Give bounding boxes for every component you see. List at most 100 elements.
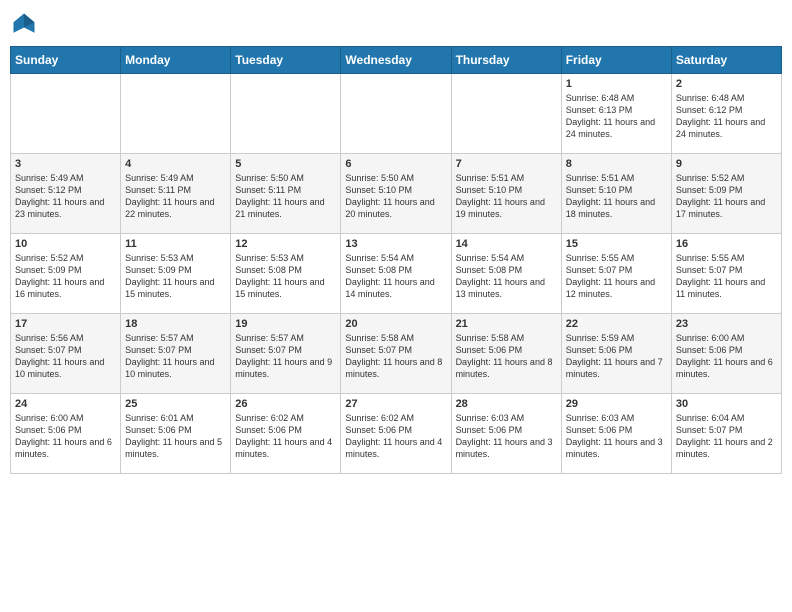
calendar-cell: 2Sunrise: 6:48 AM Sunset: 6:12 PM Daylig… [671,74,781,154]
calendar-cell: 30Sunrise: 6:04 AM Sunset: 5:07 PM Dayli… [671,394,781,474]
day-number: 18 [125,318,226,330]
day-number: 21 [456,318,557,330]
calendar-cell: 25 Sunrise: 6:01 AM Sunset: 5:06 PM Dayli… [121,394,231,474]
day-info: Sunrise: 5:52 AM Sunset: 5:09 PM Dayligh… [15,252,116,301]
day-number: 10 [15,238,116,250]
day-number: 5 [235,158,336,170]
calendar-cell: 23 Sunrise: 6:00 AM Sunset: 5:06 PM Dayli… [671,314,781,394]
calendar-table: SundayMondayTuesdayWednesdayThursdayFrid… [10,46,782,474]
day-info: Sunrise: 5:57 AM Sunset: 5:07 PM Dayligh… [235,332,336,381]
day-header-monday: Monday [121,47,231,74]
day-info: Sunrise: 5:51 AM Sunset: 5:10 PM Dayligh… [456,172,557,221]
calendar-week-4: 17Sunrise: 5:56 AM Sunset: 5:07 PM Dayli… [11,314,782,394]
day-number: 28 [456,398,557,410]
day-info: Sunrise: 6:01 AM Sunset: 5:06 PM Dayligh… [125,412,226,461]
calendar-cell: 14Sunrise: 5:54 AM Sunset: 5:08 PM Dayli… [451,234,561,314]
day-info: Sunrise: 5:51 AM Sunset: 5:10 PM Dayligh… [566,172,667,221]
calendar-cell: 1 Sunrise: 6:48 AM Sunset: 6:13 PM Daylig… [561,74,671,154]
day-number: 1 [566,78,667,90]
day-number: 4 [125,158,226,170]
day-number: 19 [235,318,336,330]
calendar-cell: 20Sunrise: 5:58 AM Sunset: 5:07 PM Dayli… [341,314,451,394]
day-info: Sunrise: 6:02 AM Sunset: 5:06 PM Dayligh… [235,412,336,461]
day-header-sunday: Sunday [11,47,121,74]
calendar-cell: 11Sunrise: 5:53 AM Sunset: 5:09 PM Dayli… [121,234,231,314]
day-number: 13 [345,238,446,250]
logo-icon [10,10,38,38]
calendar-cell: 18 Sunrise: 5:57 AM Sunset: 5:07 PM Dayli… [121,314,231,394]
day-info: Sunrise: 5:55 AM Sunset: 5:07 PM Dayligh… [676,252,777,301]
calendar-cell: 26Sunrise: 6:02 AM Sunset: 5:06 PM Dayli… [231,394,341,474]
day-info: Sunrise: 5:58 AM Sunset: 5:06 PM Dayligh… [456,332,557,381]
day-info: Sunrise: 5:54 AM Sunset: 5:08 PM Dayligh… [456,252,557,301]
day-number: 29 [566,398,667,410]
day-info: Sunrise: 6:48 AM Sunset: 6:12 PM Dayligh… [676,92,777,141]
calendar-cell: 5 Sunrise: 5:50 AM Sunset: 5:11 PM Daylig… [231,154,341,234]
calendar-week-3: 10 Sunrise: 5:52 AM Sunset: 5:09 PM Dayli… [11,234,782,314]
calendar-cell: 22 Sunrise: 5:59 AM Sunset: 5:06 PM Dayli… [561,314,671,394]
day-number: 12 [235,238,336,250]
day-info: Sunrise: 5:59 AM Sunset: 5:06 PM Dayligh… [566,332,667,381]
calendar-cell: 17Sunrise: 5:56 AM Sunset: 5:07 PM Dayli… [11,314,121,394]
calendar-cell: 4 Sunrise: 5:49 AM Sunset: 5:11 PM Daylig… [121,154,231,234]
day-info: Sunrise: 5:57 AM Sunset: 5:07 PM Dayligh… [125,332,226,381]
day-number: 23 [676,318,777,330]
calendar-cell [11,74,121,154]
day-number: 15 [566,238,667,250]
day-info: Sunrise: 5:54 AM Sunset: 5:08 PM Dayligh… [345,252,446,301]
calendar-cell: 16 Sunrise: 5:55 AM Sunset: 5:07 PM Dayli… [671,234,781,314]
calendar-header-row: SundayMondayTuesdayWednesdayThursdayFrid… [11,47,782,74]
calendar-cell [121,74,231,154]
day-info: Sunrise: 5:50 AM Sunset: 5:11 PM Dayligh… [235,172,336,221]
day-info: Sunrise: 6:00 AM Sunset: 5:06 PM Dayligh… [15,412,116,461]
calendar-cell: 19 Sunrise: 5:57 AM Sunset: 5:07 PM Dayli… [231,314,341,394]
day-info: Sunrise: 6:02 AM Sunset: 5:06 PM Dayligh… [345,412,446,461]
day-info: Sunrise: 5:50 AM Sunset: 5:10 PM Dayligh… [345,172,446,221]
day-info: Sunrise: 5:53 AM Sunset: 5:09 PM Dayligh… [125,252,226,301]
calendar-week-1: 1 Sunrise: 6:48 AM Sunset: 6:13 PM Daylig… [11,74,782,154]
day-header-saturday: Saturday [671,47,781,74]
calendar-cell [341,74,451,154]
calendar-cell: 3 Sunrise: 5:49 AM Sunset: 5:12 PM Daylig… [11,154,121,234]
calendar-week-5: 24Sunrise: 6:00 AM Sunset: 5:06 PM Dayli… [11,394,782,474]
day-number: 27 [345,398,446,410]
day-number: 22 [566,318,667,330]
calendar-cell: 9 Sunrise: 5:52 AM Sunset: 5:09 PM Daylig… [671,154,781,234]
day-info: Sunrise: 6:04 AM Sunset: 5:07 PM Dayligh… [676,412,777,461]
day-header-wednesday: Wednesday [341,47,451,74]
calendar-week-2: 3 Sunrise: 5:49 AM Sunset: 5:12 PM Daylig… [11,154,782,234]
day-number: 16 [676,238,777,250]
calendar-cell: 13 Sunrise: 5:54 AM Sunset: 5:08 PM Dayli… [341,234,451,314]
day-number: 8 [566,158,667,170]
day-number: 7 [456,158,557,170]
day-info: Sunrise: 6:48 AM Sunset: 6:13 PM Dayligh… [566,92,667,141]
day-number: 3 [15,158,116,170]
day-header-tuesday: Tuesday [231,47,341,74]
calendar-cell: 12Sunrise: 5:53 AM Sunset: 5:08 PM Dayli… [231,234,341,314]
day-header-thursday: Thursday [451,47,561,74]
logo [10,10,42,38]
calendar-cell: 24Sunrise: 6:00 AM Sunset: 5:06 PM Dayli… [11,394,121,474]
calendar-cell: 15 Sunrise: 5:55 AM Sunset: 5:07 PM Dayli… [561,234,671,314]
page-header [10,10,782,38]
day-info: Sunrise: 5:55 AM Sunset: 5:07 PM Dayligh… [566,252,667,301]
day-number: 17 [15,318,116,330]
calendar-body: 1 Sunrise: 6:48 AM Sunset: 6:13 PM Daylig… [11,74,782,474]
calendar-cell: 7 Sunrise: 5:51 AM Sunset: 5:10 PM Daylig… [451,154,561,234]
day-info: Sunrise: 6:03 AM Sunset: 5:06 PM Dayligh… [566,412,667,461]
calendar-cell: 29 Sunrise: 6:03 AM Sunset: 5:06 PM Dayli… [561,394,671,474]
day-info: Sunrise: 5:52 AM Sunset: 5:09 PM Dayligh… [676,172,777,221]
day-number: 25 [125,398,226,410]
calendar-cell: 21 Sunrise: 5:58 AM Sunset: 5:06 PM Dayli… [451,314,561,394]
day-header-friday: Friday [561,47,671,74]
day-number: 6 [345,158,446,170]
calendar-cell: 8 Sunrise: 5:51 AM Sunset: 5:10 PM Daylig… [561,154,671,234]
calendar-cell [231,74,341,154]
day-info: Sunrise: 5:49 AM Sunset: 5:11 PM Dayligh… [125,172,226,221]
day-info: Sunrise: 6:00 AM Sunset: 5:06 PM Dayligh… [676,332,777,381]
calendar-cell: 27 Sunrise: 6:02 AM Sunset: 5:06 PM Dayli… [341,394,451,474]
day-number: 9 [676,158,777,170]
day-info: Sunrise: 5:49 AM Sunset: 5:12 PM Dayligh… [15,172,116,221]
day-number: 20 [345,318,446,330]
day-info: Sunrise: 6:03 AM Sunset: 5:06 PM Dayligh… [456,412,557,461]
